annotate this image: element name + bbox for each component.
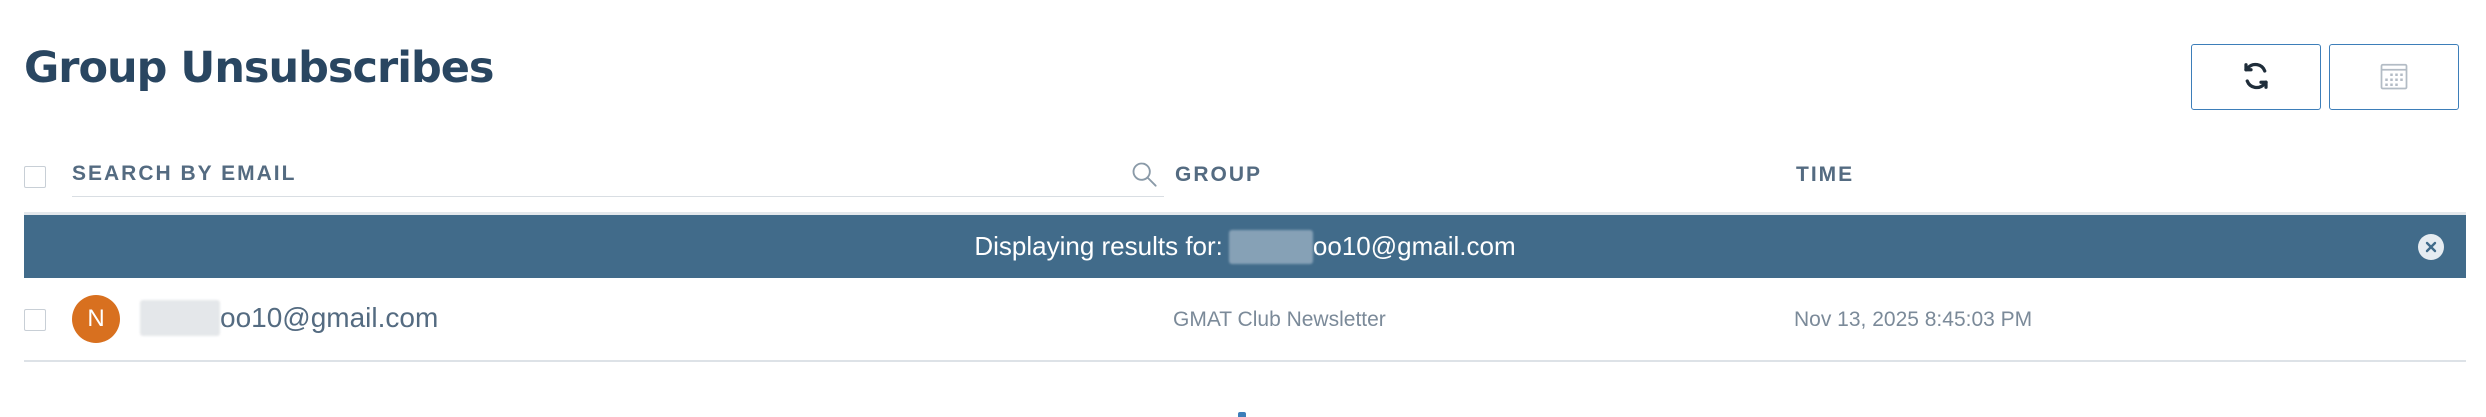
banner-prefix: Displaying results for: [974,231,1223,261]
redacted-email-part [1228,229,1313,264]
column-header-time[interactable]: TIME [1796,163,1854,187]
search-input[interactable] [72,158,1102,190]
row-email-text: oo10@gmail.com [220,302,439,333]
search-results-banner: Displaying results for: oo10@gmail.com [24,215,2466,278]
refresh-button[interactable] [2191,44,2321,110]
loading-indicator [1238,412,1246,417]
calendar-icon [2379,61,2409,94]
search-field [72,150,1164,197]
row-group: GMAT Club Newsletter [1173,308,1386,331]
page-title: Group Unsubscribes [24,43,494,93]
close-icon [2425,241,2437,253]
calendar-button[interactable] [2329,44,2459,110]
refresh-icon [2241,61,2271,94]
row-divider [24,360,2466,362]
row-email: oo10@gmail.com [140,300,438,336]
banner-email: oo10@gmail.com [1312,231,1516,261]
column-header-group[interactable]: GROUP [1175,163,1262,187]
select-all-checkbox[interactable] [24,166,46,188]
table-row[interactable]: N oo10@gmail.com GMAT Club Newsletter No… [24,280,2466,360]
clear-search-button[interactable] [2418,234,2444,260]
row-checkbox[interactable] [24,309,46,331]
search-icon[interactable] [1130,160,1158,193]
redacted-email-part [140,300,220,336]
avatar: N [72,295,120,343]
row-time: Nov 13, 2025 8:45:03 PM [1794,308,2033,331]
